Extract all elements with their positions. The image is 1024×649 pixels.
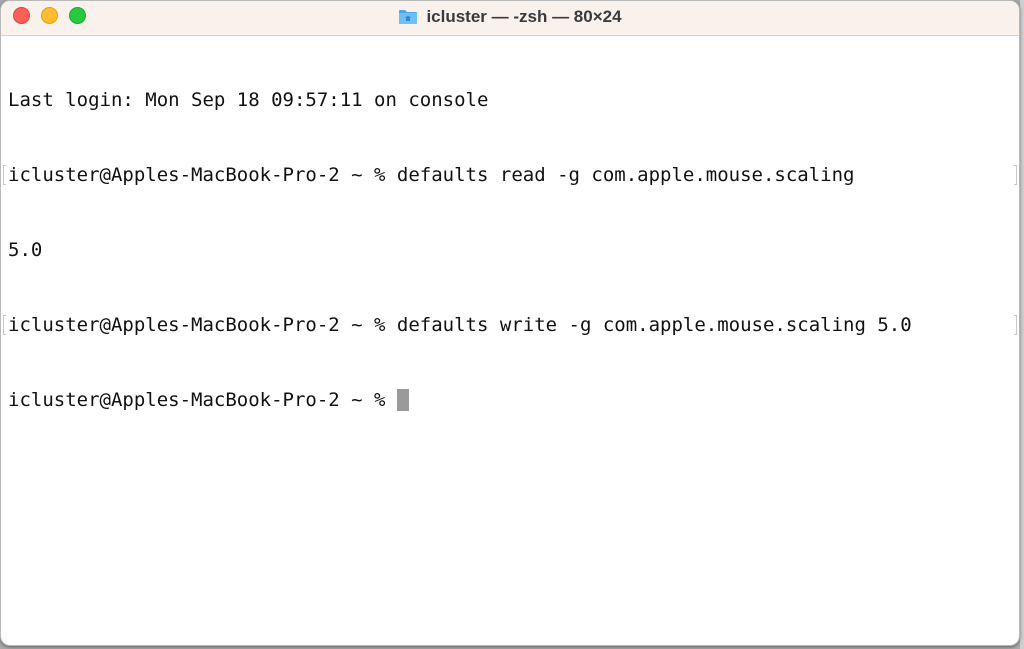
- terminal-window: icluster — -zsh — 80×24 Last login: Mon …: [0, 0, 1020, 646]
- window-title: icluster — -zsh — 80×24: [1, 1, 1019, 33]
- terminal-line: 5.0: [8, 238, 1019, 263]
- text-cursor: [396, 389, 409, 411]
- line-text: icluster@Apples-MacBook-Pro-2 ~ % defaul…: [8, 314, 912, 336]
- line-text: icluster@Apples-MacBook-Pro-2 ~ % defaul…: [8, 164, 855, 186]
- terminal-line: Last login: Mon Sep 18 09:57:11 on conso…: [8, 88, 1019, 113]
- home-folder-icon: [398, 9, 418, 25]
- window-title-text: icluster — -zsh — 80×24: [426, 7, 622, 26]
- mark-bracket-right: [1014, 315, 1017, 335]
- title-bar[interactable]: icluster — -zsh — 80×24: [1, 1, 1019, 36]
- line-text: Last login: Mon Sep 18 09:57:11 on conso…: [8, 89, 489, 111]
- line-text: 5.0: [8, 239, 43, 261]
- terminal-line: icluster@Apples-MacBook-Pro-2 ~ % defaul…: [3, 163, 1019, 188]
- mark-bracket-left: [3, 165, 6, 185]
- terminal-line: icluster@Apples-MacBook-Pro-2 ~ %: [8, 388, 1019, 413]
- terminal-output[interactable]: Last login: Mon Sep 18 09:57:11 on conso…: [3, 38, 1019, 645]
- terminal-line: icluster@Apples-MacBook-Pro-2 ~ % defaul…: [3, 313, 1019, 338]
- mark-bracket-left: [3, 315, 6, 335]
- prompt-text: icluster@Apples-MacBook-Pro-2 ~ %: [8, 389, 397, 411]
- background-window-edge: [1020, 0, 1024, 649]
- mark-bracket-right: [1014, 165, 1017, 185]
